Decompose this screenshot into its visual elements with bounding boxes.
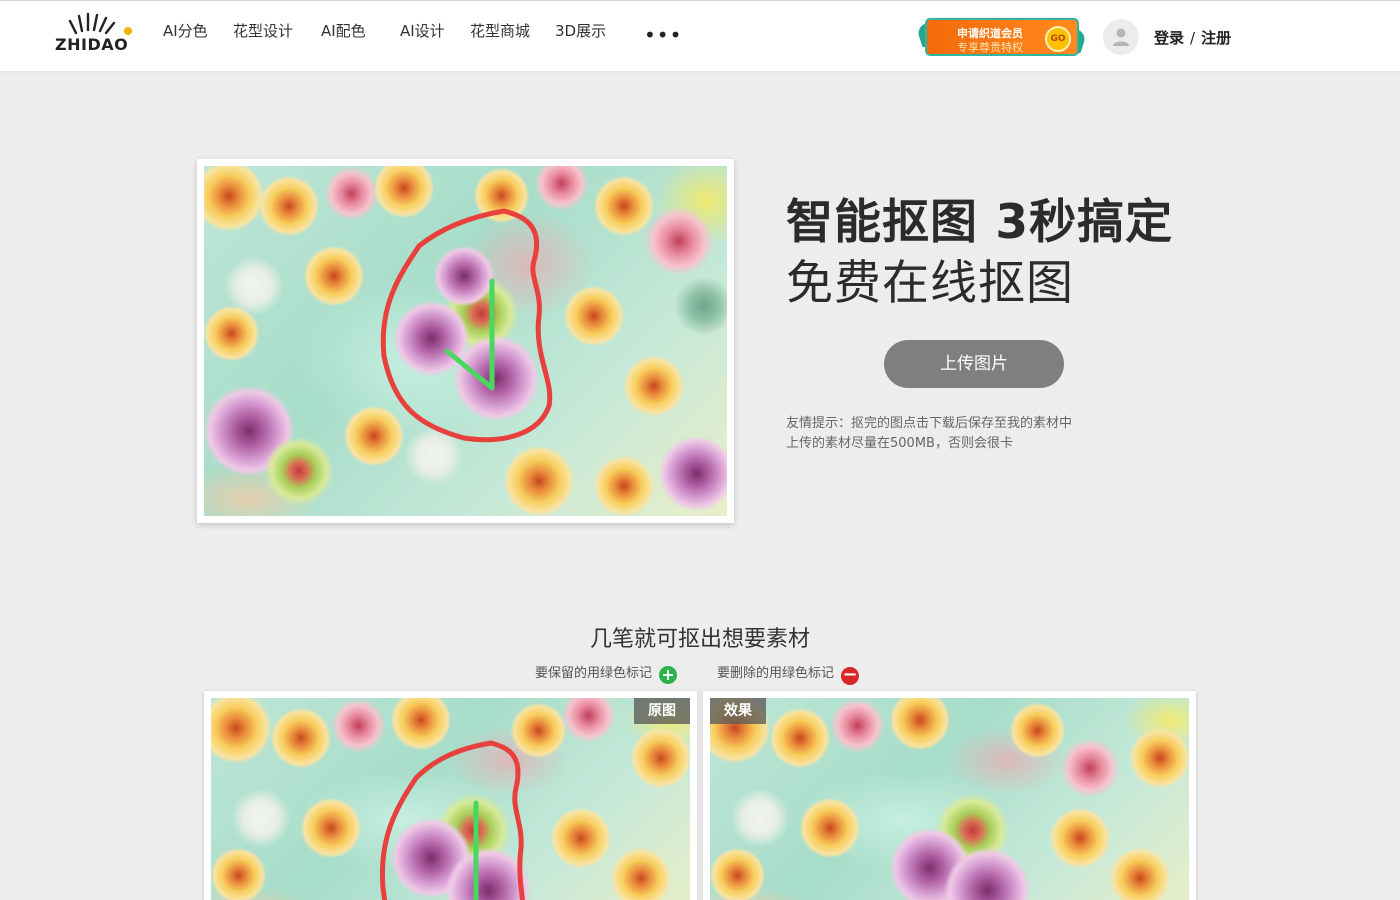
vip-subtitle: 专享尊贵特权 [957, 41, 1023, 54]
auth-links: 登录 / 注册 [1154, 27, 1231, 48]
hero-demo-image [197, 159, 734, 523]
vip-go-badge: GO [1045, 26, 1071, 52]
flower-bloom [770, 708, 830, 768]
floral-pattern-image [211, 698, 690, 900]
minus-circle-icon: − [841, 664, 860, 685]
flower-bloom [830, 698, 885, 753]
logo-rays-icon [68, 12, 132, 35]
flower-bloom [730, 788, 790, 848]
legend-keep: 要保留的用绿色标记 + [535, 662, 678, 684]
nav-ai-design[interactable]: AI设计 [400, 20, 445, 41]
nav-pattern-design[interactable]: 花型设计 [233, 20, 293, 41]
flower-bloom [1060, 738, 1120, 798]
floral-pattern-image [710, 698, 1189, 900]
register-link[interactable]: 注册 [1201, 29, 1231, 47]
legend-delete-label: 要删除的用绿色标记 [717, 666, 835, 681]
flower-bloom [1110, 848, 1170, 900]
logo-text: ZHIDAO [55, 35, 129, 54]
nav-pattern-mall[interactable]: 花型商城 [470, 20, 530, 41]
scribble-overlay [380, 208, 553, 443]
flower-bloom [890, 698, 950, 750]
vip-banner[interactable]: 申请织道会员 专享尊贵特权 GO [915, 16, 1088, 58]
user-avatar[interactable] [1103, 19, 1139, 55]
nav-3d-display[interactable]: 3D展示 [555, 20, 606, 41]
login-link[interactable]: 登录 [1154, 29, 1184, 47]
flower-bloom [710, 848, 765, 900]
site-logo[interactable]: ZHIDAO [54, 11, 138, 55]
tip-line-2: 上传的素材尽量在500MB，否则会很卡 [786, 436, 1013, 451]
section-title: 几笔就可抠出想要素材 [589, 627, 810, 652]
vip-banner-body: 申请织道会员 专享尊贵特权 GO [925, 18, 1079, 56]
original-image-card: 原图 [204, 691, 697, 900]
floral-pattern-image [204, 166, 727, 516]
flower-bloom [1130, 728, 1189, 788]
legend-keep-label: 要保留的用绿色标记 [535, 666, 653, 681]
hero-title: 智能抠图 3秒搞定 [786, 195, 1174, 250]
tag-original: 原图 [634, 698, 690, 724]
top-header: ZHIDAO AI分色 花型设计 AI配色 AI设计 花型商城 3D展示 •••… [0, 0, 1400, 71]
flower-bloom [1050, 808, 1110, 868]
nav-more-icon[interactable]: ••• [644, 23, 682, 47]
result-image-card: 效果 [703, 691, 1196, 900]
flower-bloom [1010, 703, 1065, 758]
auth-separator: / [1190, 29, 1196, 47]
user-avatar-icon [1113, 28, 1129, 46]
tip-line-1: 友情提示：抠完的图点击下载后保存至我的素材中 [786, 416, 1073, 431]
flower-bloom [800, 798, 860, 858]
nav-ai-color-separation[interactable]: AI分色 [163, 20, 208, 41]
scribble-overlay [379, 740, 526, 900]
plus-circle-icon: + [659, 666, 678, 684]
tag-result: 效果 [710, 698, 766, 724]
legend-delete: 要删除的用绿色标记 − [717, 662, 860, 685]
upload-image-button[interactable]: 上传图片 [884, 340, 1064, 388]
nav-ai-coloring[interactable]: AI配色 [321, 20, 366, 41]
hero-subtitle: 免费在线抠图 [786, 256, 1074, 311]
